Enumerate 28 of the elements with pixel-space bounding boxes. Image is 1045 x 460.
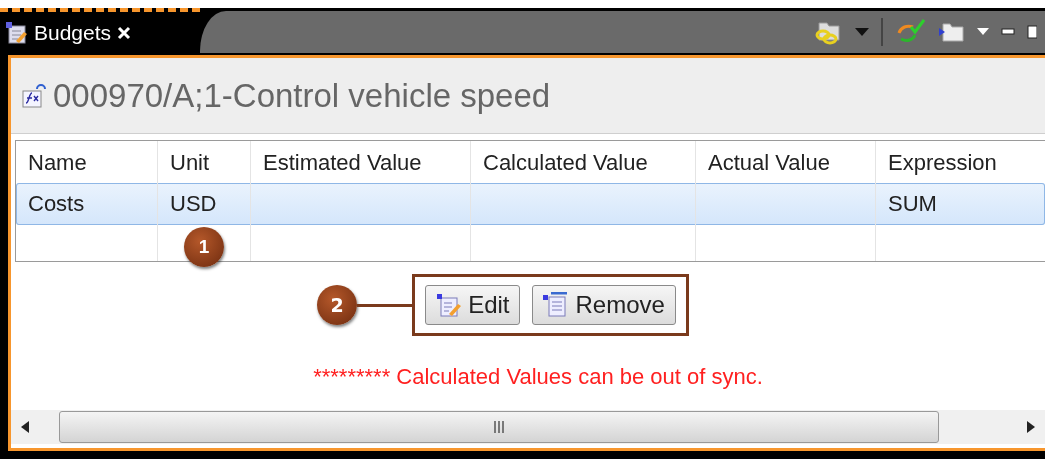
- callout-badge: 1: [184, 227, 224, 267]
- maximize-icon[interactable]: [1027, 25, 1037, 39]
- table-cell: SUM: [888, 191, 937, 217]
- close-icon[interactable]: [117, 25, 132, 40]
- horizontal-scrollbar[interactable]: [11, 410, 1045, 444]
- function-icon: [21, 82, 47, 109]
- grip-icon: [493, 421, 505, 433]
- tab-title: Budgets: [34, 20, 112, 45]
- list-pencil-icon: [436, 292, 463, 318]
- budget-sheet-icon: [6, 21, 28, 44]
- sync-warning: ********* Calculated Values can be out of sync.: [312, 364, 764, 390]
- table-cell: Costs: [28, 191, 85, 217]
- callout-badge: 2: [317, 285, 358, 325]
- view-menu-icon[interactable]: [977, 28, 989, 36]
- scroll-thumb[interactable]: [59, 411, 939, 443]
- table-cell: USD: [170, 191, 217, 217]
- list-minus-icon: [543, 292, 570, 318]
- scroll-right-icon[interactable]: [1027, 421, 1035, 433]
- scroll-left-icon[interactable]: [21, 421, 29, 433]
- table-row[interactable]: Costs USD SUM: [16, 183, 1045, 225]
- dropdown-caret-icon[interactable]: [855, 28, 869, 36]
- edit-button[interactable]: Edit: [425, 285, 521, 325]
- remove-button[interactable]: Remove: [532, 285, 676, 325]
- folder-arrow-icon[interactable]: [937, 21, 965, 43]
- folder-chain-icon[interactable]: [813, 19, 843, 45]
- budget-title: 000970/A;1-Control vehicle speed: [53, 76, 551, 115]
- sync-check-icon[interactable]: [895, 19, 925, 45]
- minimize-icon[interactable]: [1001, 28, 1015, 36]
